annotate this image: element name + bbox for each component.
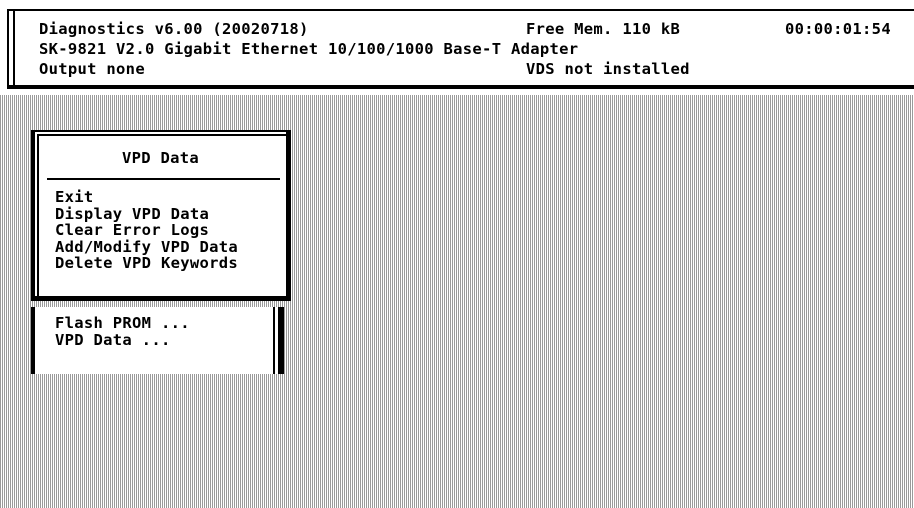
vds-status: VDS not installed — [526, 60, 690, 78]
menu-item-clear-error-logs[interactable]: Clear Error Logs — [55, 222, 238, 239]
parent-menu: Flash PROM ... VPD Data ... — [31, 307, 284, 374]
menu-item-add-modify-vpd-data[interactable]: Add/Modify VPD Data — [55, 238, 238, 256]
free-memory: Free Mem. 110 kB — [526, 20, 681, 38]
output-status: Output none — [39, 60, 145, 78]
menu-item-exit[interactable]: Exit — [55, 189, 238, 206]
menu-item-vpd-data[interactable]: VPD Data ... — [55, 331, 190, 349]
menu-item-display-vpd-data[interactable]: Display VPD Data — [55, 205, 238, 223]
elapsed-clock: 00:00:01:54 — [785, 20, 891, 38]
adapter-name: SK-9821 V2.0 Gigabit Ethernet 10/100/100… — [39, 40, 579, 58]
menu-item-delete-vpd-keywords[interactable]: Delete VPD Keywords — [55, 255, 238, 272]
parent-menu-items: Flash PROM ... VPD Data ... — [55, 315, 190, 348]
vpd-data-menu: VPD Data Exit Display VPD Data Clear Err… — [31, 130, 291, 301]
menu-title: VPD Data — [121, 149, 200, 167]
menu-item-flash-prom[interactable]: Flash PROM ... — [55, 315, 190, 332]
menu-divider — [47, 178, 280, 180]
menu-items: Exit Display VPD Data Clear Error Logs A… — [55, 189, 238, 272]
status-header: Diagnostics v6.00 (20020718) SK-9821 V2.… — [7, 9, 914, 89]
program-version: Diagnostics v6.00 (20020718) — [39, 20, 309, 38]
